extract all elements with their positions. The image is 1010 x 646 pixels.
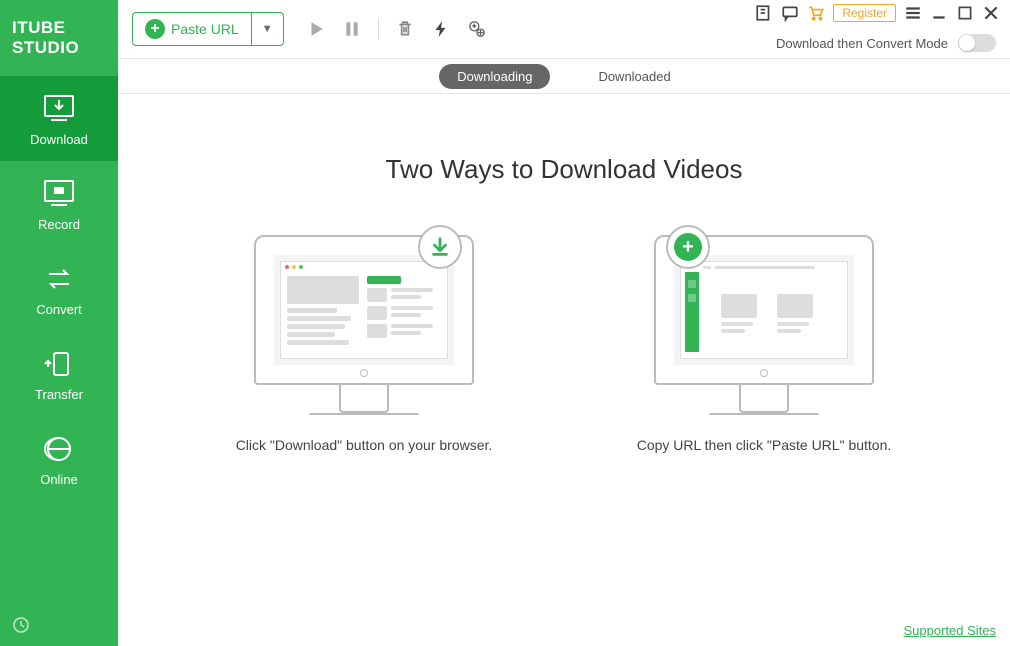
sidebar-item-download[interactable]: Download: [0, 76, 118, 161]
download-settings-button[interactable]: [463, 15, 491, 43]
tab-downloading[interactable]: Downloading: [439, 64, 550, 89]
transfer-icon: [41, 349, 77, 379]
convert-icon: [41, 264, 77, 294]
toolbar: + Paste URL ▼: [118, 0, 1010, 58]
pause-button[interactable]: [338, 15, 366, 43]
sidebar-item-label: Transfer: [35, 387, 83, 402]
sidebar-item-record[interactable]: Record: [0, 161, 118, 246]
download-icon: [41, 94, 77, 124]
separator: [378, 18, 379, 40]
content-area: Two Ways to Download Videos: [118, 94, 1010, 646]
sidebar-item-label: Download: [30, 132, 88, 147]
way-1: Click "Download" button on your browser.: [224, 235, 504, 456]
turbo-button[interactable]: [427, 15, 455, 43]
paste-url-label: Paste URL: [171, 21, 239, 37]
sidebar-item-online[interactable]: Online: [0, 416, 118, 501]
record-icon: [41, 179, 77, 209]
page-title: Two Ways to Download Videos: [386, 154, 743, 185]
play-button[interactable]: [302, 15, 330, 43]
monitor-illustration-2: +: [654, 235, 874, 415]
monitor-illustration-1: [254, 235, 474, 415]
plus-circle-icon: +: [666, 225, 710, 269]
supported-sites-link[interactable]: Supported Sites: [903, 623, 996, 638]
sidebar-item-convert[interactable]: Convert: [0, 246, 118, 331]
sidebar-item-label: Online: [40, 472, 78, 487]
online-icon: [41, 434, 77, 464]
sidebar-item-label: Record: [38, 217, 80, 232]
main-area: Register Download then Convert Mode +: [118, 0, 1010, 646]
sidebar-item-transfer[interactable]: Transfer: [0, 331, 118, 416]
tab-downloaded[interactable]: Downloaded: [580, 64, 688, 89]
tab-row: Downloading Downloaded: [118, 58, 1010, 94]
delete-button[interactable]: [391, 15, 419, 43]
paste-url-button-group: + Paste URL ▼: [132, 12, 284, 46]
plus-icon: +: [145, 19, 165, 39]
app-logo: ITUBE STUDIO: [0, 0, 118, 76]
way-2: + Copy URL then click "Paste URL" button…: [624, 235, 904, 456]
paste-url-dropdown[interactable]: ▼: [251, 13, 283, 45]
history-icon[interactable]: [12, 616, 30, 634]
way-1-description: Click "Download" button on your browser.: [236, 435, 493, 456]
way-2-description: Copy URL then click "Paste URL" button.: [637, 435, 892, 456]
paste-url-button[interactable]: + Paste URL: [133, 19, 251, 39]
download-arrow-icon: [418, 225, 462, 269]
sidebar-item-label: Convert: [36, 302, 82, 317]
sidebar: ITUBE STUDIO Download Record: [0, 0, 118, 646]
